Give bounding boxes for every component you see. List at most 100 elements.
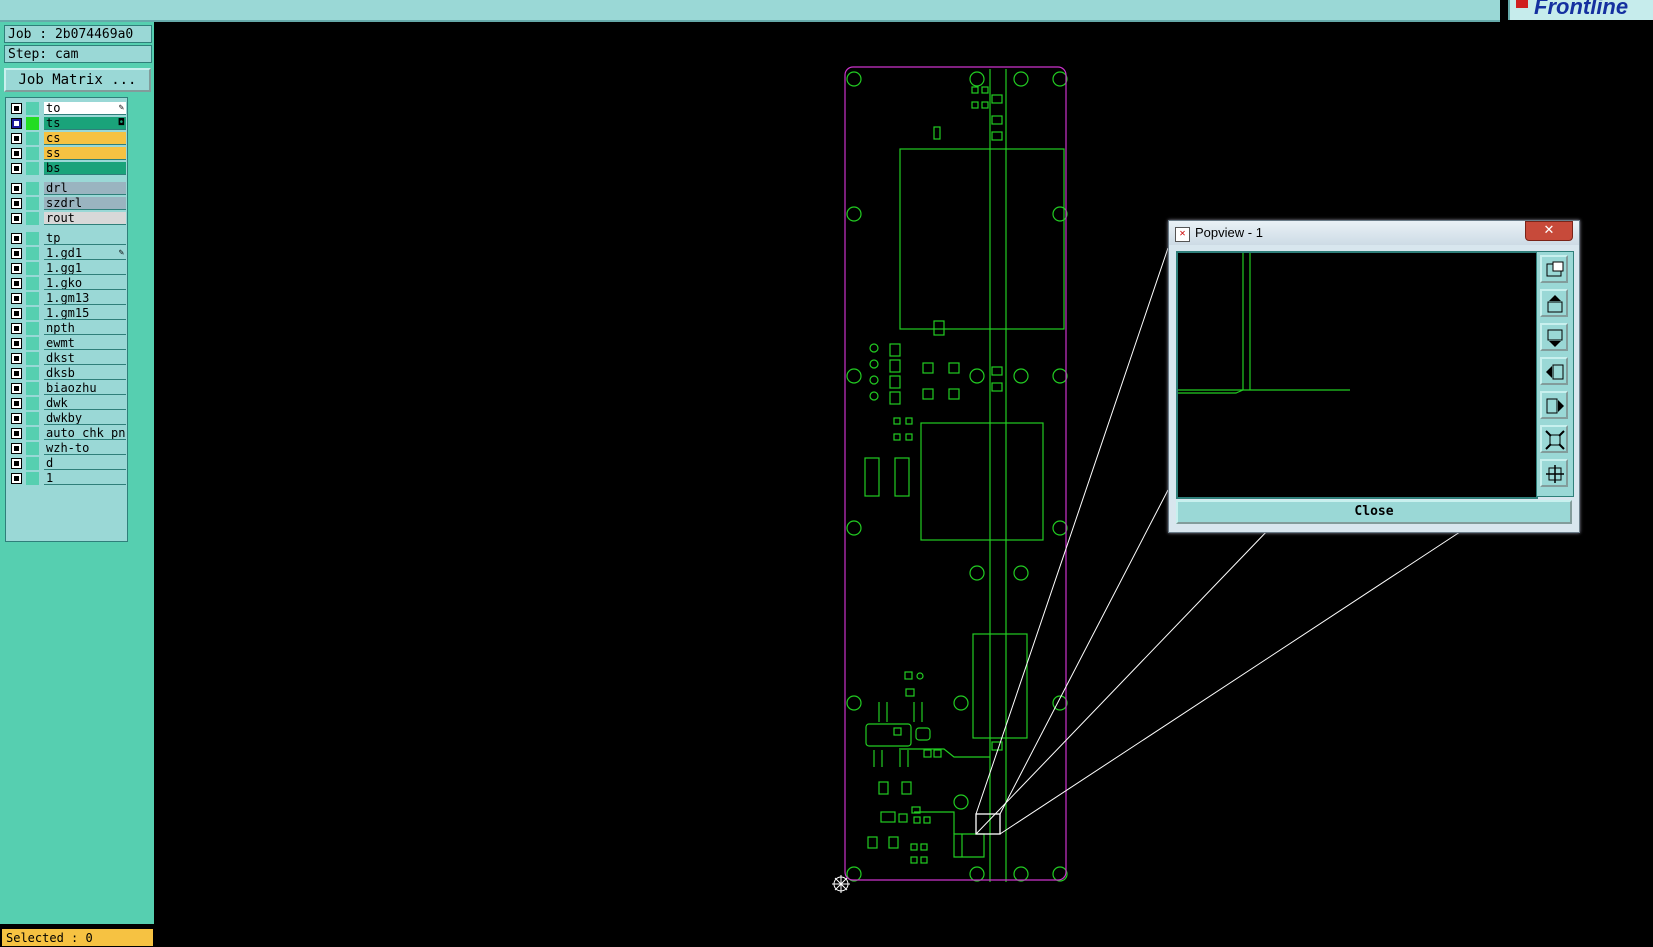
layer-name[interactable]: dksb xyxy=(44,367,126,380)
layer-name[interactable]: tp xyxy=(44,232,126,245)
layer-color-swatch[interactable] xyxy=(26,212,39,225)
layer-color-swatch[interactable] xyxy=(26,382,39,395)
window-close-button[interactable]: ✕ xyxy=(1525,221,1573,241)
layer-checkbox[interactable] xyxy=(11,163,22,174)
layer-name[interactable]: npth xyxy=(44,322,126,335)
layer-color-swatch[interactable] xyxy=(26,162,39,175)
layer-name[interactable]: 1.gm15 xyxy=(44,307,126,320)
layer-color-swatch[interactable] xyxy=(26,337,39,350)
layer-row[interactable]: d xyxy=(9,456,126,471)
layer-checkbox[interactable] xyxy=(11,133,22,144)
layer-name[interactable]: drl xyxy=(44,182,126,195)
layer-name[interactable]: ss xyxy=(44,147,126,160)
layer-row[interactable]: ewmt xyxy=(9,336,126,351)
layer-row[interactable]: dwkby xyxy=(9,411,126,426)
layer-row[interactable]: ss xyxy=(9,146,126,161)
layer-name[interactable]: to ✎ xyxy=(44,102,126,115)
layer-row[interactable]: tp xyxy=(9,231,126,246)
pan-down-icon[interactable] xyxy=(1540,323,1568,351)
layer-name[interactable]: wzh-to xyxy=(44,442,126,455)
layer-checkbox[interactable] xyxy=(11,323,22,334)
zoom-region[interactable] xyxy=(975,813,1001,835)
layer-row[interactable]: bs xyxy=(9,161,126,176)
layer-checkbox[interactable] xyxy=(11,103,22,114)
layer-color-swatch[interactable] xyxy=(26,102,39,115)
layer-name[interactable]: 1.gd1 ✎ xyxy=(44,247,126,260)
layer-color-swatch[interactable] xyxy=(26,132,39,145)
zoom-fit-icon[interactable] xyxy=(1540,255,1568,283)
layer-row[interactable]: rout xyxy=(9,211,126,226)
layer-checkbox[interactable] xyxy=(11,293,22,304)
layer-color-swatch[interactable] xyxy=(26,232,39,245)
layer-checkbox[interactable] xyxy=(11,338,22,349)
layer-color-swatch[interactable] xyxy=(26,442,39,455)
layer-row[interactable]: wzh-to xyxy=(9,441,126,456)
layer-row[interactable]: szdrl xyxy=(9,196,126,211)
layer-row[interactable]: 1 xyxy=(9,471,126,486)
layer-name[interactable]: 1.gko xyxy=(44,277,126,290)
layer-checkbox[interactable] xyxy=(11,413,22,424)
layer-checkbox[interactable] xyxy=(11,198,22,209)
layer-color-swatch[interactable] xyxy=(26,292,39,305)
layer-row[interactable]: npth xyxy=(9,321,126,336)
layer-color-swatch[interactable] xyxy=(26,397,39,410)
layer-color-swatch[interactable] xyxy=(26,247,39,260)
popview-window[interactable]: ✕ Popview - 1 ✕ Close xyxy=(1168,220,1580,533)
layer-color-swatch[interactable] xyxy=(26,457,39,470)
layer-checkbox[interactable] xyxy=(11,353,22,364)
layer-name[interactable]: dkst xyxy=(44,352,126,365)
layer-color-swatch[interactable] xyxy=(26,197,39,210)
layer-name[interactable]: dwk xyxy=(44,397,126,410)
layer-checkbox[interactable] xyxy=(11,263,22,274)
layer-color-swatch[interactable] xyxy=(26,472,39,485)
layer-checkbox[interactable] xyxy=(11,308,22,319)
layer-name[interactable]: 1.gg1 xyxy=(44,262,126,275)
layer-color-swatch[interactable] xyxy=(26,322,39,335)
layer-row[interactable]: to ✎ xyxy=(9,101,126,116)
layer-checkbox[interactable] xyxy=(11,428,22,439)
layer-row[interactable]: ts ◘ xyxy=(9,116,126,131)
layer-row[interactable]: drl xyxy=(9,181,126,196)
layer-row[interactable]: biaozhu xyxy=(9,381,126,396)
layer-color-swatch[interactable] xyxy=(26,307,39,320)
zoom-in-icon[interactable] xyxy=(1540,425,1568,453)
layer-checkbox[interactable] xyxy=(11,148,22,159)
layer-checkbox[interactable] xyxy=(11,383,22,394)
menu-bar[interactable] xyxy=(0,0,1500,22)
layer-color-swatch[interactable] xyxy=(26,427,39,440)
layer-color-swatch[interactable] xyxy=(26,277,39,290)
layer-checkbox[interactable] xyxy=(11,233,22,244)
layer-checkbox[interactable] xyxy=(11,213,22,224)
zoom-out-icon[interactable] xyxy=(1540,459,1568,487)
layer-checkbox[interactable] xyxy=(11,398,22,409)
popview-canvas[interactable] xyxy=(1176,251,1538,499)
layer-name[interactable]: szdrl xyxy=(44,197,126,210)
layer-checkbox[interactable] xyxy=(11,248,22,259)
layer-row[interactable]: 1.gm13 xyxy=(9,291,126,306)
layer-row[interactable]: dksb xyxy=(9,366,126,381)
layer-color-swatch[interactable] xyxy=(26,412,39,425)
job-matrix-button[interactable]: Job Matrix ... xyxy=(4,68,151,92)
layer-row[interactable]: 1.gm15 xyxy=(9,306,126,321)
layer-name[interactable]: ts ◘ xyxy=(44,117,126,130)
layer-checkbox[interactable] xyxy=(11,278,22,289)
layer-row[interactable]: auto_chk_pn xyxy=(9,426,126,441)
layer-color-swatch[interactable] xyxy=(26,147,39,160)
layer-checkbox[interactable] xyxy=(11,118,22,129)
layer-checkbox[interactable] xyxy=(11,183,22,194)
layer-name[interactable]: ewmt xyxy=(44,337,126,350)
layer-color-swatch[interactable] xyxy=(26,117,39,130)
layer-name[interactable]: d xyxy=(44,457,126,470)
layer-row[interactable]: 1.gd1 ✎ xyxy=(9,246,126,261)
layer-checkbox[interactable] xyxy=(11,368,22,379)
pan-left-icon[interactable] xyxy=(1540,357,1568,385)
layer-color-swatch[interactable] xyxy=(26,352,39,365)
pan-up-icon[interactable] xyxy=(1540,289,1568,317)
layer-checkbox[interactable] xyxy=(11,473,22,484)
layer-checkbox[interactable] xyxy=(11,443,22,454)
layer-name[interactable]: cs xyxy=(44,132,126,145)
layer-name[interactable]: dwkby xyxy=(44,412,126,425)
layer-name[interactable]: rout xyxy=(44,212,126,225)
pan-right-icon[interactable] xyxy=(1540,391,1568,419)
layer-row[interactable]: 1.gg1 xyxy=(9,261,126,276)
